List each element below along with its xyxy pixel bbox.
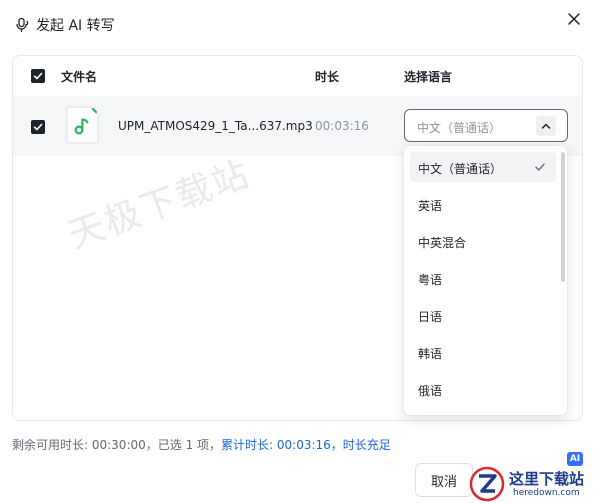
chevron-up-icon[interactable] <box>536 116 556 136</box>
check-icon <box>535 163 545 171</box>
ai-transcribe-dialog: 发起 AI 转写 文件名 时长 选择语言 UPM_ATMOS429_1_Ta..… <box>0 0 600 503</box>
language-select-value: 中文（普通话） <box>417 121 502 135</box>
logo-url: heredown.com <box>513 488 580 498</box>
checkmark-icon <box>33 72 43 80</box>
dialog-title: 发起 AI 转写 <box>36 18 115 34</box>
language-option[interactable]: 日语 <box>410 300 556 330</box>
dropdown-scrollbar[interactable] <box>561 152 565 282</box>
row-checkbox[interactable] <box>31 120 45 134</box>
language-option[interactable]: 韩语 <box>410 337 556 367</box>
close-button[interactable] <box>564 9 584 29</box>
column-header-file-name: 文件名 <box>61 70 98 84</box>
file-name: UPM_ATMOS429_1_Ta...637.mp3 <box>118 119 313 133</box>
language-option[interactable]: 粤语 <box>410 263 556 293</box>
cancel-button[interactable]: 取消 <box>415 463 473 497</box>
language-option[interactable]: 中英混合 <box>410 226 556 256</box>
language-option[interactable]: 英语 <box>410 189 556 219</box>
cumulative-duration-text: 累计时长: 00:03:16，时长充足 <box>221 438 391 452</box>
language-select[interactable]: 中文（普通话） <box>404 109 568 142</box>
close-icon[interactable] <box>564 9 584 29</box>
ai-badge: AI <box>567 452 583 466</box>
duration-summary: 剩余可用时长: 00:30:00，已选 1 项，累计时长: 00:03:16，时… <box>12 436 391 453</box>
language-dropdown: 中文（普通话） 英语 中英混合 粤语 日语 韩语 俄语 <box>404 146 567 415</box>
file-duration: 00:03:16 <box>315 119 369 133</box>
select-all-checkbox[interactable] <box>31 69 45 83</box>
language-option[interactable]: 俄语 <box>410 374 556 404</box>
remaining-duration-text: 剩余可用时长: 00:30:00，已选 1 项， <box>12 438 222 452</box>
dialog-header: 发起 AI 转写 <box>14 14 115 36</box>
microphone-icon <box>14 16 30 34</box>
column-header-language: 选择语言 <box>404 70 453 84</box>
music-file-icon <box>66 106 99 144</box>
table-header: 文件名 时长 选择语言 <box>13 56 582 96</box>
language-option[interactable]: 中文（普通话） <box>410 152 556 182</box>
checkmark-icon <box>33 123 43 131</box>
logo-title: 这里下载站 <box>509 470 585 488</box>
site-logo: 这里下载站 heredown.com <box>469 466 600 503</box>
logo-emblem-icon <box>469 466 505 502</box>
column-header-duration: 时长 <box>315 70 340 84</box>
